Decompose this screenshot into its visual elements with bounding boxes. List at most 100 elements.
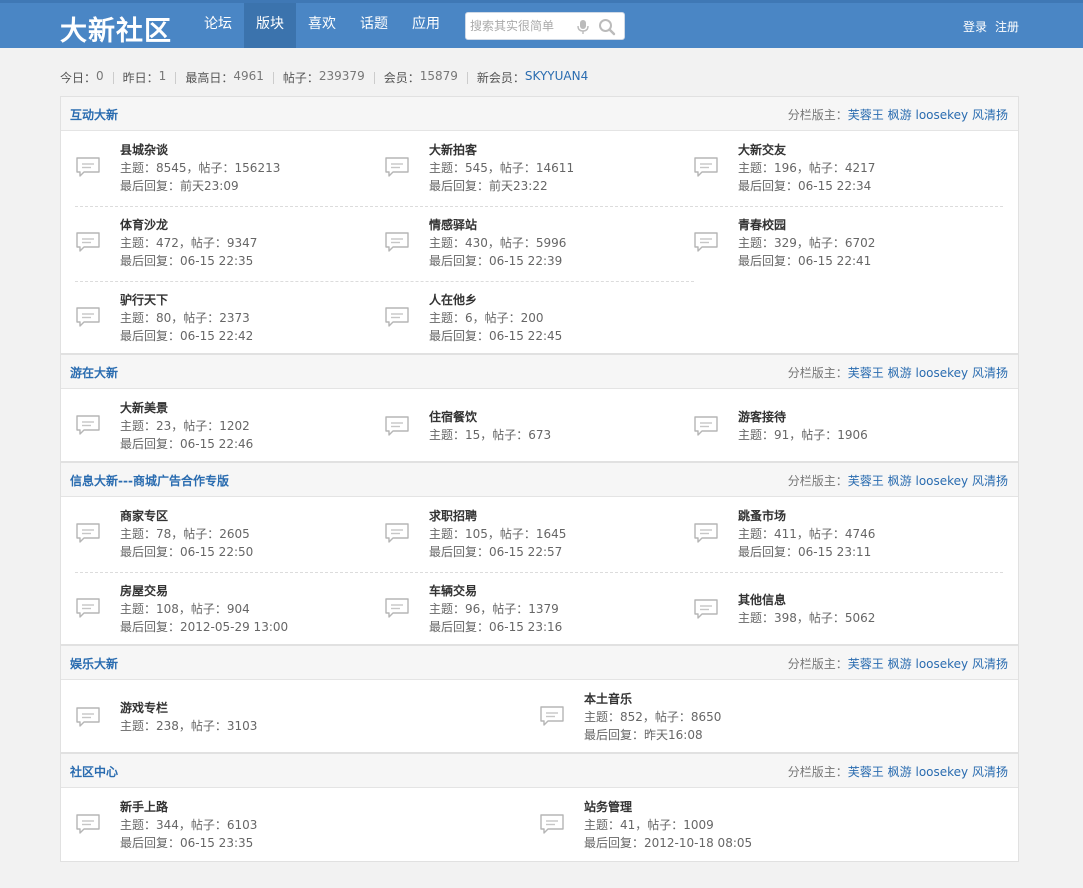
forum-name[interactable]: 大新拍客 (429, 141, 477, 158)
forum-name[interactable]: 车辆交易 (429, 582, 477, 599)
forum-item[interactable]: 游戏专栏主题：238，帖子：3103 (61, 680, 525, 755)
forum-item[interactable]: 车辆交易 主题：96，帖子：1379 最后回复：06-15 23:16 (370, 572, 679, 647)
forum-last-reply: 最后回复：昨天16:08 (584, 728, 703, 742)
moderator-link[interactable]: loosekey (915, 366, 968, 380)
section-title[interactable]: 社区中心 (70, 763, 118, 780)
moderator-link[interactable]: 风清扬 (972, 765, 1008, 779)
moderator-link[interactable]: 风清扬 (972, 474, 1008, 488)
forum-name[interactable]: 游戏专栏 (120, 699, 168, 716)
section-title[interactable]: 互动大新 (70, 106, 118, 123)
forum-item[interactable]: 其他信息 主题：398，帖子：5062 (679, 572, 988, 647)
moderator-link[interactable]: 芙蓉王 (848, 474, 884, 488)
forum-item[interactable]: 本土音乐 主题：852，帖子：8650 最后回复：昨天16:08 (525, 680, 989, 755)
forum-item[interactable]: 县城杂谈 主题：8545，帖子：156213 最后回复：前天23:09 (61, 131, 370, 206)
section-title[interactable]: 信息大新---商城广告合作专版 (70, 472, 229, 489)
forum-stats: 主题：545，帖子：14611 (429, 161, 575, 175)
nav-item-apps[interactable]: 应用 (400, 3, 452, 48)
section-header: 社区中心 分栏版主：芙蓉王 枫游 loosekey 风清扬 (61, 754, 1018, 788)
forum-name[interactable]: 情感驿站 (429, 216, 477, 233)
forum-icon (75, 813, 101, 835)
nav-item-forum[interactable]: 论坛 (192, 3, 244, 48)
stat-yesterday: 昨日： 1 (122, 69, 167, 85)
forum-name[interactable]: 站务管理 (584, 798, 632, 815)
forum-icon (75, 706, 101, 728)
forum-name[interactable]: 大新交友 (738, 141, 786, 158)
moderator-link[interactable]: 芙蓉王 (848, 765, 884, 779)
stat-members: 会员： 15879 (383, 69, 458, 85)
search-icon[interactable] (598, 18, 616, 36)
moderator-link[interactable]: loosekey (915, 657, 968, 671)
moderator-link[interactable]: loosekey (915, 474, 968, 488)
forum-item[interactable]: 驴行天下 主题：80，帖子：2373 最后回复：06-15 22:42 (61, 281, 370, 356)
register-link[interactable]: 注册 (995, 18, 1019, 35)
forum-name[interactable]: 住宿餐饮 (429, 408, 477, 425)
moderator-link[interactable]: loosekey (915, 108, 968, 122)
forum-item[interactable]: 大新美景 主题：23，帖子：1202 最后回复：06-15 22:46 (61, 389, 370, 464)
section-title[interactable]: 娱乐大新 (70, 655, 118, 672)
forum-section: 社区中心 分栏版主：芙蓉王 枫游 loosekey 风清扬新手上路主题：344，帖… (60, 753, 1019, 862)
forum-stats: 主题：196，帖子：4217 (738, 161, 876, 175)
nav-item-topics[interactable]: 话题 (348, 3, 400, 48)
moderator-link[interactable]: 枫游 (888, 366, 912, 380)
forum-name[interactable]: 房屋交易 (120, 582, 168, 599)
forum-item[interactable]: 情感驿站 主题：430，帖子：5996 最后回复：06-15 22:39 (370, 206, 679, 281)
forum-item[interactable]: 大新拍客 主题：545，帖子：14611 最后回复：前天23:22 (370, 131, 679, 206)
forum-name[interactable]: 游客接待 (738, 408, 786, 425)
moderator-link[interactable]: 芙蓉王 (848, 108, 884, 122)
forum-name[interactable]: 人在他乡 (429, 291, 477, 308)
forum-item[interactable]: 求职招聘 主题：105，帖子：1645 最后回复：06-15 22:57 (370, 497, 679, 572)
new-member-link[interactable]: SKYYUAN4 (525, 69, 588, 86)
moderator-link[interactable]: loosekey (915, 765, 968, 779)
forum-last-reply: 最后回复：06-15 22:39 (429, 254, 563, 268)
forum-name[interactable]: 驴行天下 (120, 291, 168, 308)
moderator-link[interactable]: 风清扬 (972, 108, 1008, 122)
forum-name[interactable]: 跳蚤市场 (738, 507, 786, 524)
login-link[interactable]: 登录 (963, 18, 987, 35)
stat-max-day: 最高日： 4961 (185, 69, 264, 85)
forum-item[interactable]: 站务管理 主题：41，帖子：1009 最后回复：2012-10-18 08:05 (525, 788, 989, 863)
forum-item[interactable]: 青春校园 主题：329，帖子：6702 最后回复：06-15 22:41 (679, 206, 988, 281)
forum-item[interactable]: 游客接待 主题：91，帖子：1906 (679, 389, 988, 464)
moderator-link[interactable]: 风清扬 (972, 366, 1008, 380)
moderator-link[interactable]: 芙蓉王 (848, 657, 884, 671)
moderator-link[interactable]: 枫游 (888, 474, 912, 488)
forum-item[interactable]: 房屋交易 主题：108，帖子：904 最后回复：2012-05-29 13:00 (61, 572, 370, 647)
moderator-link[interactable]: 风清扬 (972, 657, 1008, 671)
microphone-icon[interactable] (576, 19, 590, 35)
divider (466, 71, 468, 84)
section-title[interactable]: 游在大新 (70, 364, 118, 381)
forum-item[interactable]: 体育沙龙 主题：472，帖子：9347 最后回复：06-15 22:35 (61, 206, 370, 281)
search-input[interactable] (470, 17, 570, 35)
moderator-link[interactable]: 枫游 (888, 657, 912, 671)
forum-name[interactable]: 求职招聘 (429, 507, 477, 524)
forum-name[interactable]: 新手上路 (120, 798, 168, 815)
site-logo[interactable]: 大新社区 (60, 9, 172, 48)
moderators-label: 分栏版主： (787, 108, 848, 122)
forum-item[interactable]: 人在他乡 主题：6，帖子：200 最后回复：06-15 22:45 (370, 281, 679, 356)
forum-stats: 主题：344，帖子：6103 (120, 818, 258, 832)
section-header: 互动大新 分栏版主：芙蓉王 枫游 loosekey 风清扬 (61, 97, 1018, 131)
forum-name[interactable]: 其他信息 (738, 591, 786, 608)
forum-stats: 主题：80，帖子：2373 (120, 311, 250, 325)
forum-icon (75, 156, 101, 178)
moderator-link[interactable]: 芙蓉王 (848, 366, 884, 380)
forum-name[interactable]: 商家专区 (120, 507, 168, 524)
moderator-link[interactable]: 枫游 (888, 108, 912, 122)
moderator-link[interactable]: 枫游 (888, 765, 912, 779)
forum-name[interactable]: 大新美景 (120, 399, 168, 416)
forum-item[interactable]: 跳蚤市场 主题：411，帖子：4746 最后回复：06-15 23:11 (679, 497, 988, 572)
forum-name[interactable]: 县城杂谈 (120, 141, 168, 158)
forum-item[interactable]: 新手上路主题：344，帖子：6103 最后回复：06-15 23:35 (61, 788, 525, 863)
forum-stats: 主题：238，帖子：3103 (120, 719, 258, 733)
forum-name[interactable]: 体育沙龙 (120, 216, 168, 233)
forum-item[interactable]: 大新交友 主题：196，帖子：4217 最后回复：06-15 22:34 (679, 131, 988, 206)
forum-last-reply: 最后回复：06-15 23:35 (120, 836, 254, 850)
moderators-label: 分栏版主： (787, 474, 848, 488)
forum-item[interactable]: 商家专区 主题：78，帖子：2605 最后回复：06-15 22:50 (61, 497, 370, 572)
forum-name[interactable]: 青春校园 (738, 216, 786, 233)
forum-item[interactable]: 住宿餐饮 主题：15，帖子：673 (370, 389, 679, 464)
nav-item-boards[interactable]: 版块 (244, 3, 296, 48)
nav-item-likes[interactable]: 喜欢 (296, 3, 348, 48)
forum-icon (384, 522, 410, 544)
forum-name[interactable]: 本土音乐 (584, 690, 632, 707)
